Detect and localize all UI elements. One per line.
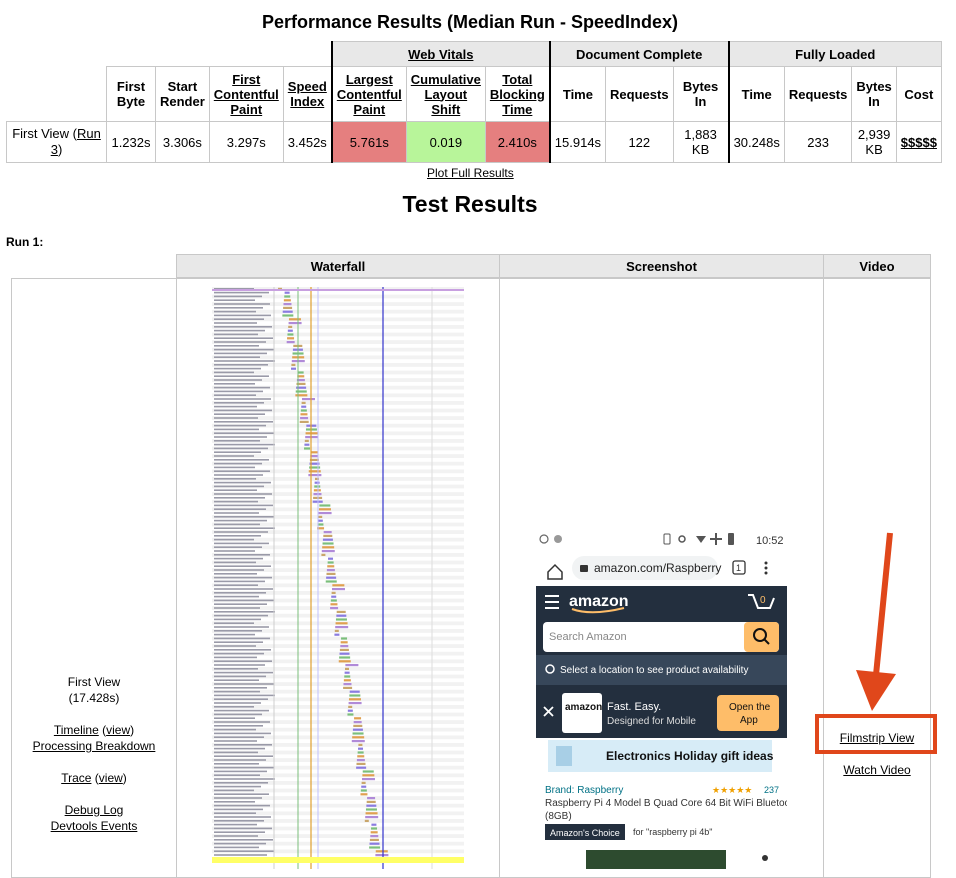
share-icon [762, 855, 768, 861]
performance-title: Performance Results (Median Run - SpeedI… [261, 12, 679, 32]
location-text: Select a location to see product availab… [560, 665, 748, 676]
fl-requests-value: 233 [783, 121, 853, 163]
web-vitals-link[interactable]: Web Vitals [408, 47, 473, 62]
status-time: 10:52 [756, 535, 784, 547]
svg-text:(8GB): (8GB) [545, 811, 572, 822]
choice-badge: Amazon's Choice [550, 828, 620, 838]
run-info-cell [11, 278, 177, 878]
lcp-link[interactable]: Largest Contentful Paint [337, 72, 402, 117]
test-results-title: Test Results [402, 191, 538, 217]
holiday-banner: Electronics Holiday gift ideas [606, 749, 774, 763]
col-tbt: Total Blocking Time [484, 66, 551, 122]
col-cls: Cumulative Layout Shift [405, 66, 486, 122]
lock-icon [580, 565, 588, 572]
dc-requests-value: 122 [605, 121, 674, 163]
row-label: First View (Run 3) [6, 121, 107, 163]
cost-value: $$$$$ [895, 121, 942, 163]
svg-text:1: 1 [736, 563, 741, 573]
lcp-value: 5.761s [330, 121, 407, 163]
annotation-arrow [856, 532, 896, 711]
browser-url-bar[interactable]: amazon.com/Raspberry 1 [547, 556, 768, 580]
run-label: Run 1: [6, 235, 44, 249]
col-lcp: Largest Contentful Paint [330, 66, 407, 122]
cloud-icon [539, 534, 549, 544]
devtools-events-link[interactable]: Devtools Events [51, 819, 138, 833]
col-fl-bytes: Bytes In [851, 66, 897, 122]
cls-link[interactable]: Cumulative Layout Shift [411, 72, 481, 117]
performance-table: Web Vitals Document Complete Fully Loade… [6, 41, 942, 163]
first-view-label: First View [67, 675, 121, 689]
col-first-byte: First Byte [106, 66, 156, 122]
star-rating: ★★★★★ [712, 785, 752, 795]
col-dc-bytes: Bytes In [672, 66, 730, 122]
menu-icon [764, 561, 768, 565]
filmstrip-view-link[interactable]: Filmstrip View [823, 731, 931, 745]
svg-text:App: App [740, 715, 758, 726]
home-icon [547, 563, 563, 580]
plot-full-results-link[interactable]: Plot Full Results [427, 166, 514, 180]
trace-row: Trace (view) [61, 771, 127, 785]
watch-video-link[interactable]: Watch Video [823, 763, 931, 777]
start-render-value: 3.306s [155, 121, 210, 163]
trace-view-link[interactable]: view [99, 771, 123, 785]
screenshot-header: Screenshot [499, 254, 824, 278]
status-bar: 10:52 [539, 533, 784, 547]
col-dc-requests: Requests [605, 66, 674, 122]
trace-link[interactable]: Trace [61, 771, 91, 785]
search-placeholder: Search Amazon [549, 631, 627, 643]
svg-text:237: 237 [764, 785, 779, 795]
first-byte-value: 1.232s [106, 121, 156, 163]
fully-loaded-header: Fully Loaded [727, 41, 942, 67]
timeline-link[interactable]: Timeline [54, 723, 99, 737]
col-speed-index: Speed Index [282, 66, 333, 122]
first-view-time: (17.428s) [68, 691, 120, 705]
url-text: amazon.com/Raspberry [594, 561, 721, 575]
document-complete-header: Document Complete [548, 41, 730, 67]
vibrate-icon [663, 533, 671, 545]
timeline-view-link[interactable]: view [106, 723, 130, 737]
speed-index-value: 3.452s [282, 121, 333, 163]
app-logo: amazon [565, 702, 602, 713]
svg-text:Designed for Mobile: Designed for Mobile [607, 716, 696, 727]
fl-time-value: 30.248s [727, 121, 785, 163]
search-button [744, 622, 779, 652]
screenshot-image[interactable]: 10:52 amazon.com/Raspberry 1 amazon 0 Se… [536, 528, 787, 869]
waterfall-image[interactable] [212, 283, 464, 869]
airplane-icon [710, 533, 722, 545]
svg-text:Fast. Easy.: Fast. Easy. [607, 701, 661, 713]
fcp-value: 3.297s [208, 121, 284, 163]
wifi-icon [696, 536, 706, 543]
svg-text:Open the: Open the [729, 702, 771, 713]
amazon-logo[interactable]: amazon [569, 593, 629, 610]
col-fl-time: Time [727, 66, 785, 122]
fcp-link[interactable]: First Contentful Paint [214, 72, 279, 117]
fl-bytes-value: 2,939 KB [851, 121, 897, 163]
col-fl-requests: Requests [783, 66, 853, 122]
debug-log-link[interactable]: Debug Log [65, 803, 124, 817]
battery-icon [728, 533, 734, 545]
cls-value: 0.019 [405, 121, 486, 163]
dc-bytes-value: 1,883 KB [672, 121, 730, 163]
key-icon [678, 535, 686, 543]
video-header: Video [823, 254, 931, 278]
web-vitals-header: Web Vitals [330, 41, 551, 67]
speed-index-link[interactable]: Speed Index [288, 79, 327, 109]
timeline-row: Timeline (view) [53, 723, 135, 737]
product-title-1: Raspberry Pi 4 Model B Quad Core 64 Bit … [545, 798, 787, 809]
dc-time-value: 15.914s [548, 121, 607, 163]
cost-link[interactable]: $$$$$ [901, 135, 937, 150]
tbt-link[interactable]: Total Blocking Time [490, 72, 545, 117]
col-dc-time: Time [548, 66, 607, 122]
col-fcp: First Contentful Paint [208, 66, 284, 122]
notification-icon [554, 535, 562, 543]
waterfall-header: Waterfall [176, 254, 500, 278]
col-cost: Cost [895, 66, 942, 122]
tbt-value: 2.410s [484, 121, 551, 163]
brand-link[interactable]: Brand: Raspberry [545, 785, 623, 796]
svg-text:0: 0 [760, 595, 766, 606]
col-start-render: Start Render [155, 66, 210, 122]
processing-breakdown-link[interactable]: Processing Breakdown [33, 739, 156, 753]
svg-text:for "raspberry pi 4b": for "raspberry pi 4b" [633, 827, 712, 837]
